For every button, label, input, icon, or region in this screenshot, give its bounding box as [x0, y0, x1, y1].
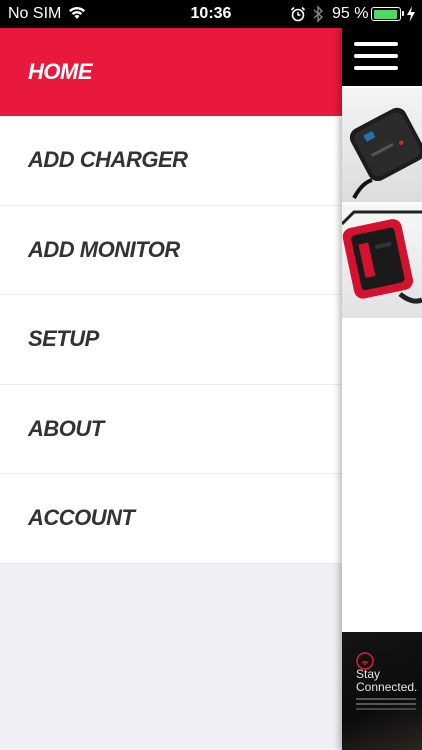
menu-item-label: SETUP — [28, 326, 99, 352]
menu-item-account[interactable]: ACCOUNT — [0, 474, 342, 564]
stay-connected-banner[interactable]: Stay Connected. — [342, 632, 422, 750]
promo-title: Stay Connected. — [356, 667, 418, 694]
menu-item-label: ABOUT — [28, 415, 104, 441]
top-nav-bar — [342, 28, 422, 86]
product-tile-monitor[interactable] — [342, 204, 422, 318]
battery-fill — [373, 9, 398, 19]
menu-item-label: HOME — [28, 59, 93, 84]
menu-item-add-charger[interactable]: ADD CHARGER — [0, 116, 342, 206]
bluetooth-icon — [313, 5, 324, 23]
menu-item-home[interactable]: HOME — [0, 28, 342, 116]
menu-item-label: ADD CHARGER — [28, 147, 188, 173]
menu-item-label: ADD MONITOR — [28, 236, 180, 262]
charger-product-image — [349, 107, 422, 199]
side-menu: HOME ADD CHARGER ADD MONITOR SETUP ABOUT… — [0, 28, 342, 750]
hamburger-icon — [354, 42, 398, 46]
charging-bolt-icon — [407, 6, 415, 22]
menu-item-add-monitor[interactable]: ADD MONITOR — [0, 205, 342, 295]
product-tile-charger[interactable] — [342, 88, 422, 202]
battery-percent: 95 % — [332, 5, 369, 22]
menu-item-setup[interactable]: SETUP — [0, 295, 342, 385]
promo-fine-print — [356, 698, 416, 700]
battery-icon — [371, 7, 404, 21]
status-bar: No SIM 10:36 95 % — [0, 0, 422, 28]
main-content-peek[interactable]: Stay Connected. — [342, 28, 422, 750]
menu-item-label: ACCOUNT — [28, 505, 135, 531]
menu-item-about[interactable]: ABOUT — [0, 384, 342, 474]
hamburger-menu-button[interactable] — [354, 42, 398, 72]
alarm-icon — [290, 6, 306, 22]
monitor-product-image — [342, 210, 422, 304]
